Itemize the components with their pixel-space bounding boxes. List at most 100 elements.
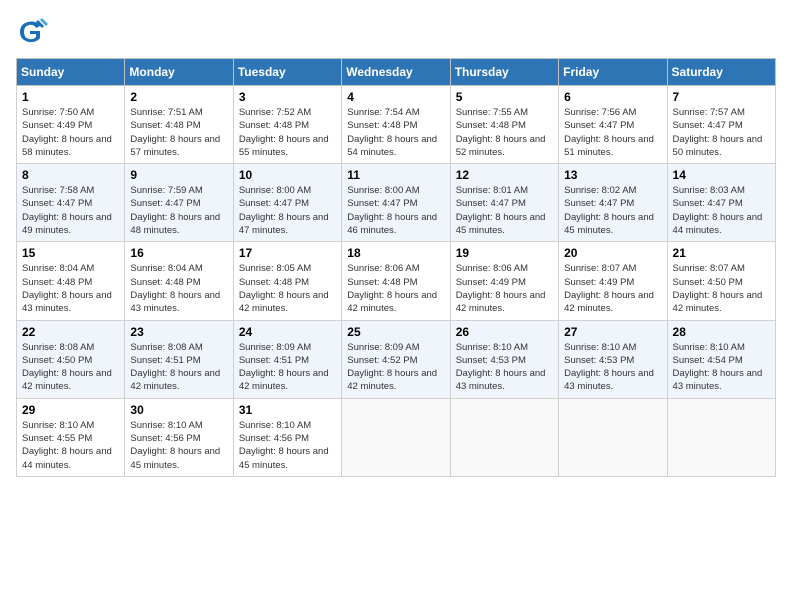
calendar-day-cell: 15 Sunrise: 8:04 AM Sunset: 4:48 PM Dayl…: [17, 242, 125, 320]
day-info: Sunrise: 8:05 AM Sunset: 4:48 PM Dayligh…: [239, 262, 336, 315]
calendar-day-cell: 5 Sunrise: 7:55 AM Sunset: 4:48 PM Dayli…: [450, 86, 558, 164]
day-info: Sunrise: 7:55 AM Sunset: 4:48 PM Dayligh…: [456, 106, 553, 159]
calendar-day-cell: 22 Sunrise: 8:08 AM Sunset: 4:50 PM Dayl…: [17, 320, 125, 398]
calendar-day-cell: [559, 398, 667, 476]
calendar-day-cell: 1 Sunrise: 7:50 AM Sunset: 4:49 PM Dayli…: [17, 86, 125, 164]
day-info: Sunrise: 7:58 AM Sunset: 4:47 PM Dayligh…: [22, 184, 119, 237]
day-number: 27: [564, 325, 661, 339]
calendar-day-cell: 4 Sunrise: 7:54 AM Sunset: 4:48 PM Dayli…: [342, 86, 450, 164]
calendar-day-cell: 3 Sunrise: 7:52 AM Sunset: 4:48 PM Dayli…: [233, 86, 341, 164]
page-header: [16, 16, 776, 48]
day-of-week-header: Tuesday: [233, 59, 341, 86]
day-info: Sunrise: 7:52 AM Sunset: 4:48 PM Dayligh…: [239, 106, 336, 159]
calendar-week-row: 8 Sunrise: 7:58 AM Sunset: 4:47 PM Dayli…: [17, 164, 776, 242]
day-info: Sunrise: 8:06 AM Sunset: 4:48 PM Dayligh…: [347, 262, 444, 315]
day-number: 15: [22, 246, 119, 260]
day-number: 2: [130, 90, 227, 104]
day-info: Sunrise: 7:56 AM Sunset: 4:47 PM Dayligh…: [564, 106, 661, 159]
calendar-day-cell: 8 Sunrise: 7:58 AM Sunset: 4:47 PM Dayli…: [17, 164, 125, 242]
day-number: 10: [239, 168, 336, 182]
day-number: 20: [564, 246, 661, 260]
calendar-day-cell: 14 Sunrise: 8:03 AM Sunset: 4:47 PM Dayl…: [667, 164, 775, 242]
day-info: Sunrise: 8:04 AM Sunset: 4:48 PM Dayligh…: [22, 262, 119, 315]
calendar-day-cell: 26 Sunrise: 8:10 AM Sunset: 4:53 PM Dayl…: [450, 320, 558, 398]
day-number: 19: [456, 246, 553, 260]
day-info: Sunrise: 8:04 AM Sunset: 4:48 PM Dayligh…: [130, 262, 227, 315]
day-of-week-header: Monday: [125, 59, 233, 86]
day-info: Sunrise: 7:54 AM Sunset: 4:48 PM Dayligh…: [347, 106, 444, 159]
day-number: 22: [22, 325, 119, 339]
calendar-day-cell: 21 Sunrise: 8:07 AM Sunset: 4:50 PM Dayl…: [667, 242, 775, 320]
day-number: 4: [347, 90, 444, 104]
day-number: 26: [456, 325, 553, 339]
day-info: Sunrise: 8:03 AM Sunset: 4:47 PM Dayligh…: [673, 184, 770, 237]
day-number: 23: [130, 325, 227, 339]
calendar-day-cell: 2 Sunrise: 7:51 AM Sunset: 4:48 PM Dayli…: [125, 86, 233, 164]
calendar-day-cell: 27 Sunrise: 8:10 AM Sunset: 4:53 PM Dayl…: [559, 320, 667, 398]
day-number: 24: [239, 325, 336, 339]
calendar-table: SundayMondayTuesdayWednesdayThursdayFrid…: [16, 58, 776, 477]
day-of-week-header: Saturday: [667, 59, 775, 86]
calendar-day-cell: 6 Sunrise: 7:56 AM Sunset: 4:47 PM Dayli…: [559, 86, 667, 164]
calendar-week-row: 1 Sunrise: 7:50 AM Sunset: 4:49 PM Dayli…: [17, 86, 776, 164]
logo: [16, 16, 52, 48]
calendar-header-row: SundayMondayTuesdayWednesdayThursdayFrid…: [17, 59, 776, 86]
day-number: 5: [456, 90, 553, 104]
day-number: 13: [564, 168, 661, 182]
calendar-day-cell: 13 Sunrise: 8:02 AM Sunset: 4:47 PM Dayl…: [559, 164, 667, 242]
day-info: Sunrise: 8:10 AM Sunset: 4:56 PM Dayligh…: [130, 419, 227, 472]
day-number: 7: [673, 90, 770, 104]
day-number: 30: [130, 403, 227, 417]
day-info: Sunrise: 8:10 AM Sunset: 4:53 PM Dayligh…: [456, 341, 553, 394]
day-info: Sunrise: 7:50 AM Sunset: 4:49 PM Dayligh…: [22, 106, 119, 159]
day-of-week-header: Friday: [559, 59, 667, 86]
day-number: 18: [347, 246, 444, 260]
day-info: Sunrise: 8:09 AM Sunset: 4:51 PM Dayligh…: [239, 341, 336, 394]
calendar-day-cell: 29 Sunrise: 8:10 AM Sunset: 4:55 PM Dayl…: [17, 398, 125, 476]
day-info: Sunrise: 8:08 AM Sunset: 4:51 PM Dayligh…: [130, 341, 227, 394]
day-number: 3: [239, 90, 336, 104]
calendar-day-cell: 31 Sunrise: 8:10 AM Sunset: 4:56 PM Dayl…: [233, 398, 341, 476]
calendar-day-cell: 23 Sunrise: 8:08 AM Sunset: 4:51 PM Dayl…: [125, 320, 233, 398]
day-info: Sunrise: 8:10 AM Sunset: 4:55 PM Dayligh…: [22, 419, 119, 472]
calendar-day-cell: 25 Sunrise: 8:09 AM Sunset: 4:52 PM Dayl…: [342, 320, 450, 398]
day-number: 29: [22, 403, 119, 417]
day-info: Sunrise: 7:57 AM Sunset: 4:47 PM Dayligh…: [673, 106, 770, 159]
logo-icon: [16, 16, 48, 48]
day-number: 11: [347, 168, 444, 182]
day-number: 1: [22, 90, 119, 104]
calendar-day-cell: 20 Sunrise: 8:07 AM Sunset: 4:49 PM Dayl…: [559, 242, 667, 320]
day-number: 21: [673, 246, 770, 260]
day-number: 16: [130, 246, 227, 260]
day-info: Sunrise: 8:01 AM Sunset: 4:47 PM Dayligh…: [456, 184, 553, 237]
calendar-day-cell: 10 Sunrise: 8:00 AM Sunset: 4:47 PM Dayl…: [233, 164, 341, 242]
day-number: 17: [239, 246, 336, 260]
day-number: 8: [22, 168, 119, 182]
calendar-day-cell: 19 Sunrise: 8:06 AM Sunset: 4:49 PM Dayl…: [450, 242, 558, 320]
calendar-day-cell: 11 Sunrise: 8:00 AM Sunset: 4:47 PM Dayl…: [342, 164, 450, 242]
calendar-day-cell: 30 Sunrise: 8:10 AM Sunset: 4:56 PM Dayl…: [125, 398, 233, 476]
day-number: 6: [564, 90, 661, 104]
day-number: 12: [456, 168, 553, 182]
calendar-day-cell: [450, 398, 558, 476]
calendar-day-cell: 24 Sunrise: 8:09 AM Sunset: 4:51 PM Dayl…: [233, 320, 341, 398]
calendar-day-cell: 9 Sunrise: 7:59 AM Sunset: 4:47 PM Dayli…: [125, 164, 233, 242]
calendar-day-cell: 7 Sunrise: 7:57 AM Sunset: 4:47 PM Dayli…: [667, 86, 775, 164]
day-info: Sunrise: 8:10 AM Sunset: 4:53 PM Dayligh…: [564, 341, 661, 394]
day-info: Sunrise: 8:07 AM Sunset: 4:50 PM Dayligh…: [673, 262, 770, 315]
day-of-week-header: Thursday: [450, 59, 558, 86]
day-info: Sunrise: 7:59 AM Sunset: 4:47 PM Dayligh…: [130, 184, 227, 237]
day-number: 25: [347, 325, 444, 339]
day-number: 31: [239, 403, 336, 417]
day-number: 28: [673, 325, 770, 339]
day-info: Sunrise: 8:06 AM Sunset: 4:49 PM Dayligh…: [456, 262, 553, 315]
calendar-day-cell: 28 Sunrise: 8:10 AM Sunset: 4:54 PM Dayl…: [667, 320, 775, 398]
day-of-week-header: Sunday: [17, 59, 125, 86]
calendar-week-row: 29 Sunrise: 8:10 AM Sunset: 4:55 PM Dayl…: [17, 398, 776, 476]
calendar-day-cell: 17 Sunrise: 8:05 AM Sunset: 4:48 PM Dayl…: [233, 242, 341, 320]
day-number: 14: [673, 168, 770, 182]
calendar-day-cell: 18 Sunrise: 8:06 AM Sunset: 4:48 PM Dayl…: [342, 242, 450, 320]
day-info: Sunrise: 8:00 AM Sunset: 4:47 PM Dayligh…: [347, 184, 444, 237]
day-info: Sunrise: 8:02 AM Sunset: 4:47 PM Dayligh…: [564, 184, 661, 237]
day-info: Sunrise: 8:07 AM Sunset: 4:49 PM Dayligh…: [564, 262, 661, 315]
